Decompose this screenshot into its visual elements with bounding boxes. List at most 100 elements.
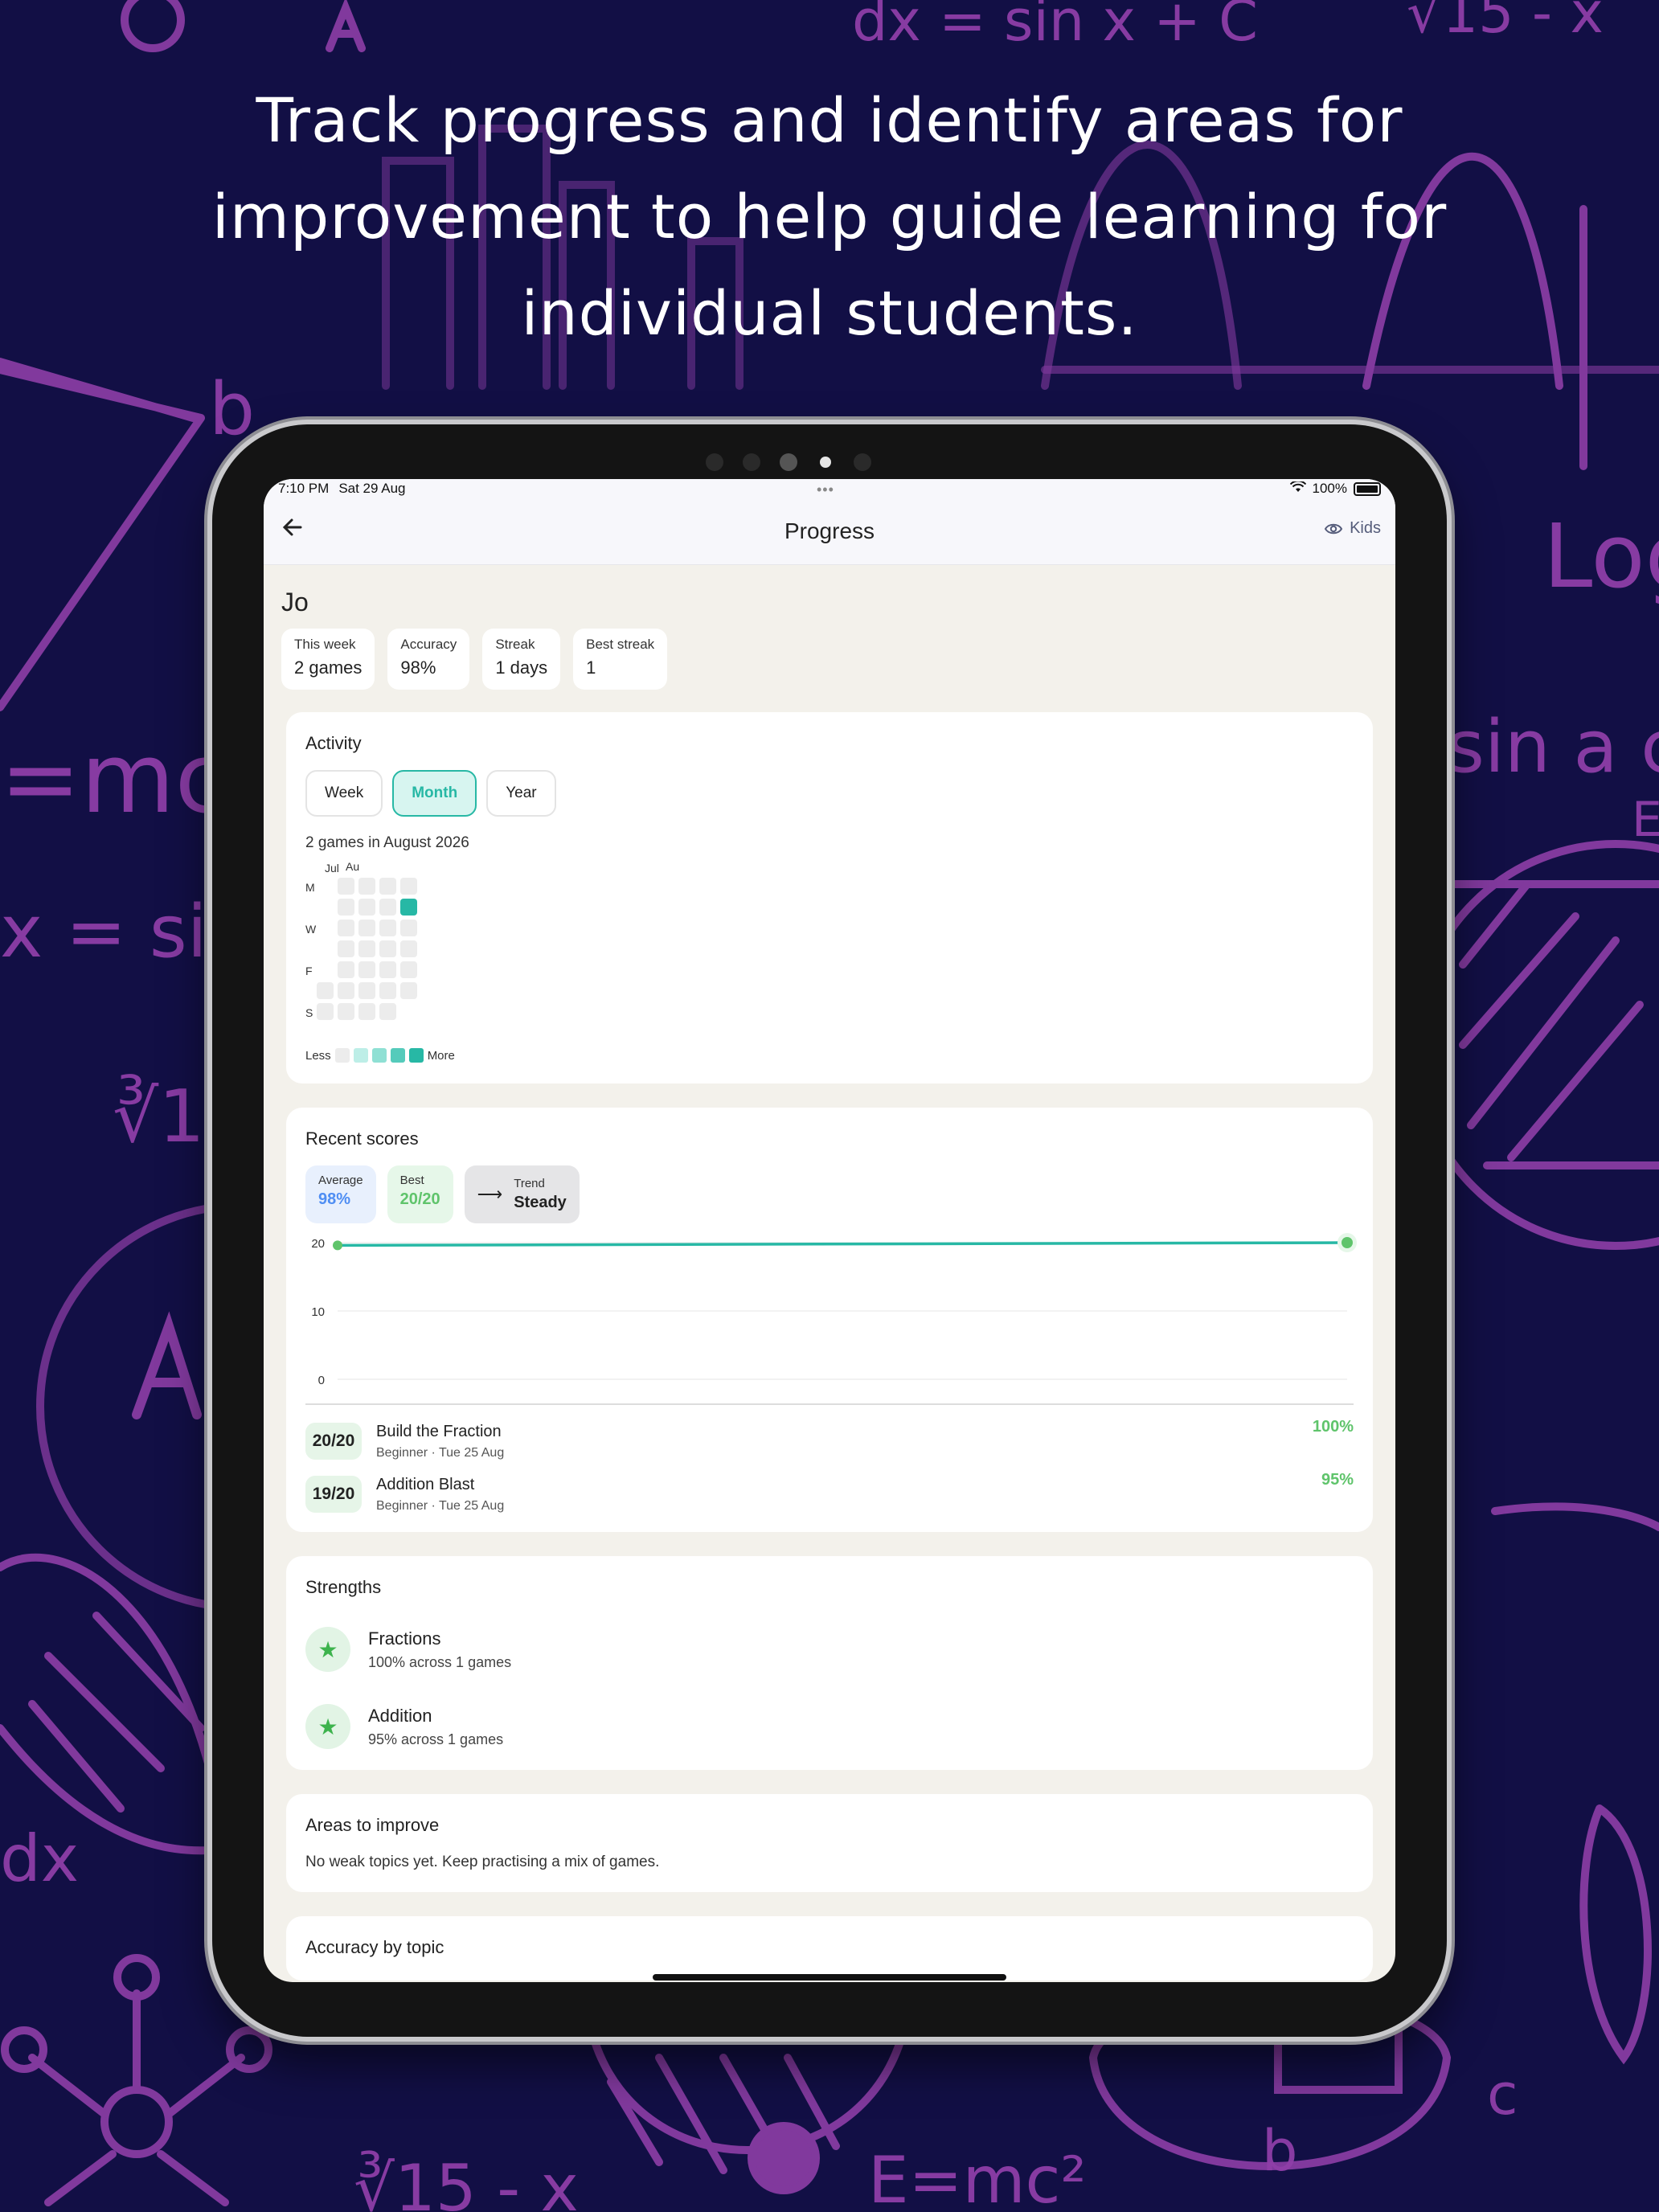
score-summary-pills: Average 98% Best 20/20 ⟶ Trend Steady (305, 1165, 1354, 1223)
areas-title: Areas to improve (305, 1815, 440, 1835)
heatmap-cell (338, 1003, 354, 1020)
battery-icon (1354, 481, 1381, 496)
heatmap-cell (379, 982, 396, 999)
kids-mode-button[interactable]: Kids (1324, 519, 1381, 538)
headline-line-2: improvement to help guide learning for (211, 181, 1448, 252)
heatmap-cell (338, 961, 354, 978)
stat-value: 1 (586, 657, 596, 678)
heatmap-cell (400, 961, 417, 978)
score-list: 20/20 Build the Fraction Beginner · Tue … (305, 1403, 1354, 1521)
score-row[interactable]: 19/20 Addition Blast Beginner · Tue 25 A… (305, 1468, 1354, 1521)
heatmap-cell (379, 878, 396, 895)
indicator-dot (820, 457, 831, 468)
heatmap-cell (379, 899, 396, 916)
heatmap-cell (358, 940, 375, 957)
activity-title: Activity (305, 733, 362, 753)
headline-line-1: Track progress and identify areas for (256, 84, 1403, 156)
areas-note: No weak topics yet. Keep practising a mi… (305, 1854, 660, 1870)
app-screen: 7:10 PM Sat 29 Aug ••• 100% Progress Kid… (264, 479, 1395, 1982)
stat-value: 1 days (495, 657, 548, 678)
score-badge: 20/20 (305, 1423, 362, 1460)
svg-text:dx = sin x + C: dx = sin x + C (852, 0, 1258, 54)
strength-meta: 100% across 1 games (368, 1653, 512, 1670)
status-bar: 7:10 PM Sat 29 Aug ••• 100% (264, 479, 1395, 498)
day-label: S (305, 1006, 313, 1019)
y-tick-label: 0 (318, 1374, 325, 1387)
heatmap-legend: Less More (305, 1048, 1354, 1063)
camera-lens-icon (780, 453, 797, 471)
score-badge: 19/20 (305, 1476, 362, 1513)
camera-bar (706, 453, 871, 471)
heatmap-cell (338, 878, 354, 895)
wifi-icon (1289, 480, 1306, 497)
tab-year[interactable]: Year (486, 770, 556, 817)
heatmap-cell (338, 940, 354, 957)
heatmap-cell (400, 899, 417, 916)
trend-value: Steady (514, 1194, 567, 1211)
heatmap-cell (400, 982, 417, 999)
stat-label: Best streak (586, 637, 655, 652)
heatmap-cell (400, 878, 417, 895)
score-chart: 20 10 0 (305, 1233, 1357, 1403)
home-indicator[interactable] (653, 1974, 1006, 1981)
sensor-dot (706, 453, 723, 471)
strength-item: ★ Fractions 100% across 1 games (305, 1627, 1354, 1672)
heatmap-cell (379, 1003, 396, 1020)
best-pill: Best 20/20 (387, 1165, 453, 1223)
svg-text:∛15 - x: ∛15 - x (354, 2150, 579, 2212)
stat-value: 98% (400, 657, 436, 678)
activity-summary: 2 games in August 2026 (305, 834, 469, 851)
activity-heatmap: Jul Au M W F S (305, 860, 1354, 1047)
svg-text:√15 - x: √15 - x (1407, 0, 1604, 46)
heatmap-cell (400, 920, 417, 936)
heatmap-cell (338, 899, 354, 916)
stat-label: This week (294, 637, 356, 652)
star-icon: ★ (305, 1627, 350, 1672)
heatmap-cell (338, 920, 354, 936)
y-tick-label: 10 (311, 1305, 325, 1319)
page-content: Jo This week 2 games Accuracy 98% Streak… (264, 565, 1395, 1981)
heatmap-cell (358, 982, 375, 999)
score-line-chart: 20 10 0 (311, 1233, 1357, 1387)
stat-accuracy: Accuracy 98% (387, 629, 470, 690)
game-name: Addition Blast (376, 1475, 475, 1493)
tablet-frame: 7:10 PM Sat 29 Aug ••• 100% Progress Kid… (212, 424, 1447, 2037)
month-label: Au (346, 860, 360, 873)
tab-month[interactable]: Month (392, 770, 477, 817)
y-tick-label: 20 (311, 1237, 325, 1251)
heatmap-cell (379, 940, 396, 957)
best-label: Best (399, 1174, 424, 1187)
score-row[interactable]: 20/20 Build the Fraction Beginner · Tue … (305, 1415, 1354, 1468)
strength-topic: Addition (368, 1705, 432, 1726)
data-point (1342, 1237, 1353, 1248)
headline-line-3: individual students. (521, 277, 1138, 349)
heatmap-cell (317, 982, 334, 999)
sensor-dot (854, 453, 871, 471)
stat-label: Streak (495, 637, 535, 652)
heatmap-cell (358, 1003, 375, 1020)
nav-bar: Progress Kids (264, 498, 1395, 565)
multitask-dots[interactable]: ••• (817, 481, 834, 498)
heatmap-cell (338, 982, 354, 999)
best-value: 20/20 (399, 1190, 440, 1208)
strengths-title: Strengths (305, 1577, 382, 1597)
svg-text:b: b (209, 367, 255, 452)
average-label: Average (318, 1174, 363, 1187)
stat-value: 2 games (294, 657, 363, 678)
trend-pill: ⟶ Trend Steady (464, 1165, 580, 1223)
score-percent: 95% (1321, 1471, 1354, 1489)
activity-range-tabs: Week Month Year (305, 770, 1354, 817)
page-title: Progress (784, 518, 875, 543)
heatmap-cell (358, 920, 375, 936)
stat-label: Accuracy (400, 637, 457, 652)
svg-text:c: c (1487, 2062, 1518, 2128)
month-label: Jul (325, 862, 339, 875)
accuracy-by-topic-card: Accuracy by topic (286, 1916, 1373, 1981)
student-name: Jo (281, 588, 309, 616)
game-meta: Beginner · Tue 25 Aug (376, 1498, 505, 1513)
tab-week[interactable]: Week (305, 770, 383, 817)
score-percent: 100% (1312, 1418, 1354, 1436)
heatmap-cell (358, 899, 375, 916)
activity-card: Activity Week Month Year 2 games in Augu… (286, 712, 1373, 1083)
trend-label: Trend (514, 1177, 545, 1190)
